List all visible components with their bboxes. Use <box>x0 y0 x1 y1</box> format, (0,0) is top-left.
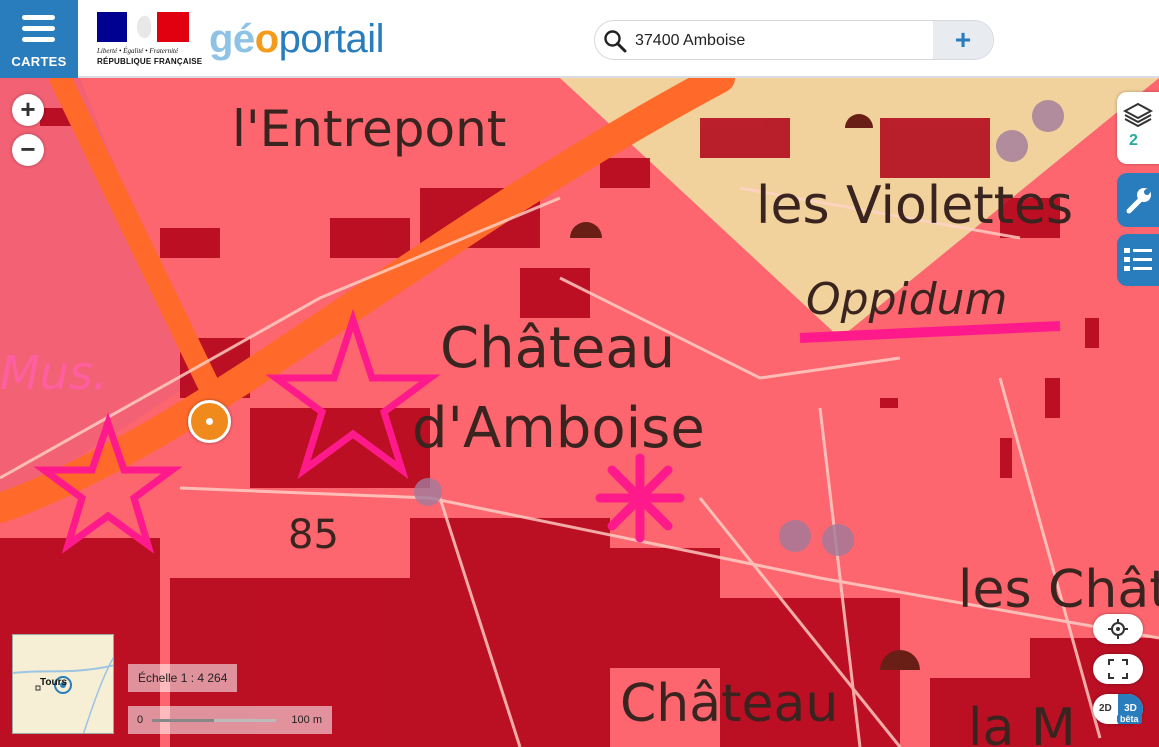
map-label-museum: Mus. <box>0 346 108 400</box>
legend-button[interactable] <box>1117 234 1159 286</box>
rf-name: RÉPUBLIQUE FRANÇAISE <box>97 57 203 66</box>
geolocate-button[interactable] <box>1093 614 1143 644</box>
scale-start: 0 <box>137 714 144 726</box>
location-marker-icon[interactable] <box>188 400 231 443</box>
fullscreen-button[interactable] <box>1093 654 1143 684</box>
geoportail-app: CARTES Liberté • Égalité • Fraternité RÉ… <box>0 0 1159 747</box>
map-label-les-chat: les Chât <box>958 560 1159 620</box>
scale-end: 100 m <box>291 714 322 726</box>
map-label-la-m: la M <box>968 698 1076 747</box>
scale-line <box>152 719 276 722</box>
overview-town-label: Tours <box>40 677 68 688</box>
overview-map[interactable]: Tours <box>12 634 114 734</box>
cartes-menu-label: CARTES <box>11 54 67 69</box>
map-label-amboise: d'Amboise <box>412 396 705 461</box>
cartes-menu-button[interactable]: CARTES <box>0 0 78 78</box>
brand-part-o: o <box>254 17 279 61</box>
marianne-flag-icon <box>97 12 189 42</box>
layers-panel-button[interactable]: 2 <box>1117 92 1159 164</box>
zoom-out-button[interactable]: − <box>12 134 44 166</box>
map-label-chateau: Château <box>440 316 676 381</box>
rf-motto: Liberté • Égalité • Fraternité <box>97 47 179 55</box>
search-input[interactable] <box>635 27 925 55</box>
map-label-oppidum: Oppidum <box>806 274 1008 325</box>
map-label-violettes: les Violettes <box>756 176 1074 236</box>
beta-badge: bêta <box>1117 714 1142 724</box>
geoportail-logo[interactable]: géoportail <box>209 16 385 62</box>
republique-francaise-logo[interactable]: Liberté • Égalité • Fraternité RÉPUBLIQU… <box>97 12 203 70</box>
toggle-2d-3d-button[interactable]: 2D 3D bêta <box>1093 694 1143 724</box>
crosshair-icon <box>1108 619 1128 639</box>
brand-part-portail: portail <box>278 17 385 61</box>
map-view[interactable]: l'Entrepont les Violettes Oppidum Châtea… <box>0 78 1159 747</box>
brand-part-ge: gé <box>209 17 255 61</box>
search-box: + <box>594 20 994 60</box>
layers-icon <box>1123 102 1153 128</box>
zoom-in-button[interactable]: + <box>12 94 44 126</box>
scale-bar: 0 100 m <box>128 706 332 734</box>
mode-2d-label: 2D <box>1099 703 1112 714</box>
search-icon[interactable] <box>603 29 627 53</box>
scale-ratio: Échelle 1 : 4 264 <box>128 664 238 692</box>
legend-list-icon <box>1124 248 1152 271</box>
advanced-search-button[interactable]: + <box>933 21 993 59</box>
map-label-road-number: 85 <box>288 512 339 558</box>
hamburger-icon <box>22 15 55 48</box>
tools-button[interactable] <box>1117 173 1159 227</box>
map-label-chateau-bottom: Château <box>620 674 839 734</box>
header-bar: CARTES Liberté • Égalité • Fraternité RÉ… <box>0 0 1159 78</box>
wrench-icon <box>1126 188 1151 214</box>
layers-count: 2 <box>1129 132 1138 149</box>
fullscreen-icon <box>1108 659 1128 679</box>
map-label-entrepont: l'Entrepont <box>232 100 507 158</box>
